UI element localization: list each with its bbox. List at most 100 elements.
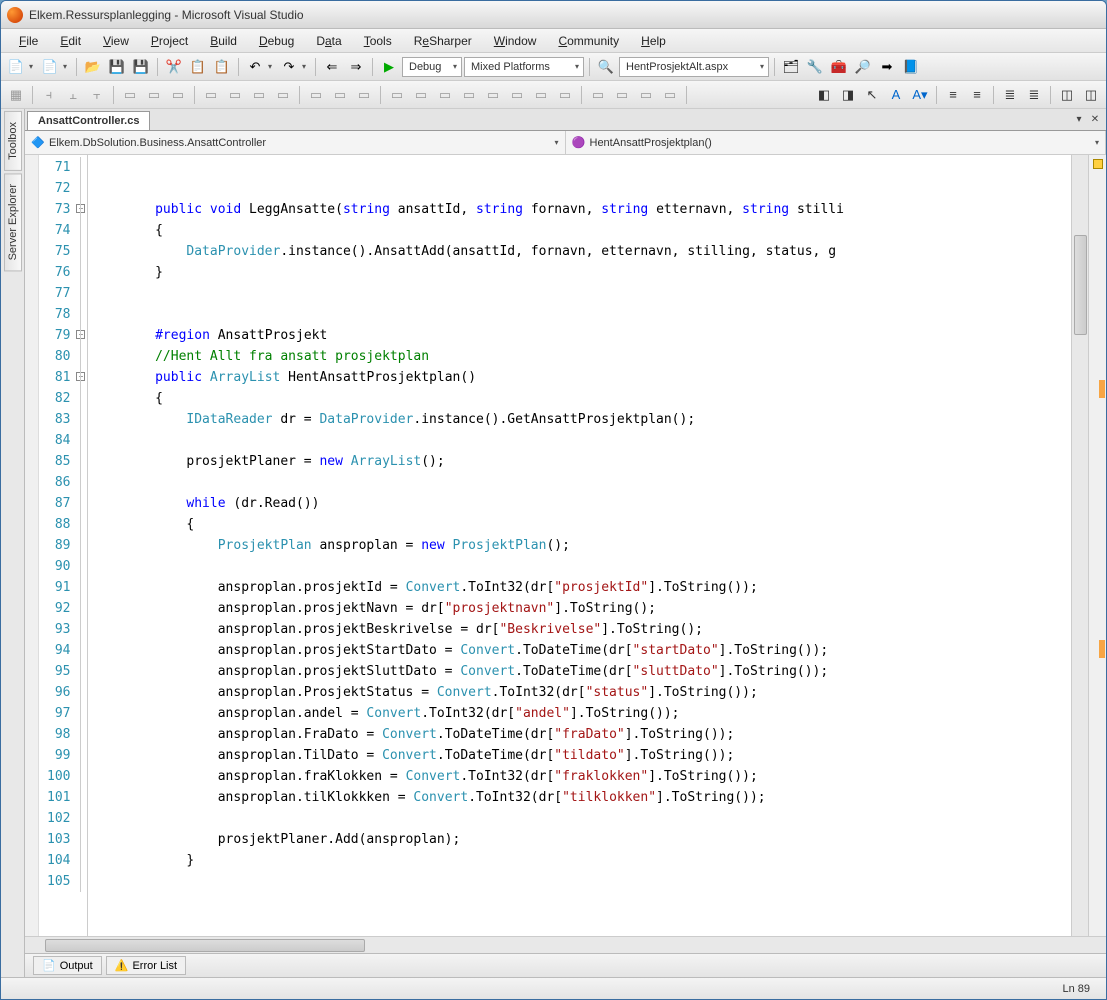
- tool-icon[interactable]: ▭: [611, 84, 633, 106]
- resharper-icon[interactable]: A: [885, 84, 907, 106]
- code-line[interactable]: IDataReader dr = DataProvider.instance()…: [92, 409, 1071, 430]
- code-line[interactable]: ansproplan.tilKlokkken = Convert.ToInt32…: [92, 787, 1071, 808]
- code-line[interactable]: prosjektPlaner = new ArrayList();: [92, 451, 1071, 472]
- uncomment-button[interactable]: ≡: [966, 84, 988, 106]
- code-line[interactable]: //Hent Allt fra ansatt prosjektplan: [92, 346, 1071, 367]
- menu-data[interactable]: Data: [306, 31, 351, 51]
- code-line[interactable]: {: [92, 514, 1071, 535]
- doc-tab-active[interactable]: AnsattController.cs: [27, 111, 150, 130]
- tool-icon[interactable]: ▭: [434, 84, 456, 106]
- code-line[interactable]: public void LeggAnsatte(string ansattId,…: [92, 199, 1071, 220]
- code-line[interactable]: [92, 283, 1071, 304]
- code-line[interactable]: #region AnsattProsjekt: [92, 325, 1071, 346]
- undo-button[interactable]: ↶: [244, 56, 266, 78]
- code-line[interactable]: [92, 178, 1071, 199]
- code-line[interactable]: ansproplan.prosjektNavn = dr["prosjektna…: [92, 598, 1071, 619]
- code-line[interactable]: [92, 472, 1071, 493]
- bottom-tab-output[interactable]: 📄 Output: [33, 956, 102, 975]
- outdent-button[interactable]: ≣: [1023, 84, 1045, 106]
- menu-resharper[interactable]: ReSharper: [404, 31, 482, 51]
- sidebar-tab-server-explorer[interactable]: Server Explorer: [4, 173, 22, 271]
- start-debug-button[interactable]: ▶: [378, 56, 400, 78]
- dropdown-arrow-icon[interactable]: ▾: [63, 62, 71, 71]
- resharper-icon[interactable]: ◨: [837, 84, 859, 106]
- menu-edit[interactable]: Edit: [50, 31, 91, 51]
- object-browser-button[interactable]: 🔎: [852, 56, 874, 78]
- code-line[interactable]: [92, 430, 1071, 451]
- dropdown-arrow-icon[interactable]: ▾: [302, 62, 310, 71]
- code-area[interactable]: 7172737475767778798081828384858687888990…: [25, 155, 1071, 936]
- comment-button[interactable]: ≡: [942, 84, 964, 106]
- menu-window[interactable]: Window: [484, 31, 547, 51]
- code-line[interactable]: ansproplan.prosjektId = Convert.ToInt32(…: [92, 577, 1071, 598]
- start-page-button[interactable]: ➡: [876, 56, 898, 78]
- code-line[interactable]: }: [92, 850, 1071, 871]
- code-line[interactable]: {: [92, 388, 1071, 409]
- resharper-icon[interactable]: A▾: [909, 84, 931, 106]
- nav-back-button[interactable]: ⇐: [321, 56, 343, 78]
- tab-close-icon[interactable]: ✕: [1088, 112, 1102, 126]
- resharper-icon[interactable]: ↖: [861, 84, 883, 106]
- code-line[interactable]: [92, 556, 1071, 577]
- code-line[interactable]: ProsjektPlan ansproplan = new ProsjektPl…: [92, 535, 1071, 556]
- code-line[interactable]: ansproplan.FraDato = Convert.ToDateTime(…: [92, 724, 1071, 745]
- code-line[interactable]: [92, 157, 1071, 178]
- tool-icon[interactable]: ▭: [305, 84, 327, 106]
- menu-project[interactable]: Project: [141, 31, 198, 51]
- cut-button[interactable]: ✂️: [163, 56, 185, 78]
- toolbox-button[interactable]: 🧰: [828, 56, 850, 78]
- menu-tools[interactable]: Tools: [354, 31, 402, 51]
- code-line[interactable]: [92, 871, 1071, 892]
- tool-icon[interactable]: ▭: [167, 84, 189, 106]
- new-project-button[interactable]: 📄: [5, 56, 27, 78]
- code-line[interactable]: public ArrayList HentAnsattProsjektplan(…: [92, 367, 1071, 388]
- save-button[interactable]: 💾: [106, 56, 128, 78]
- redo-button[interactable]: ↷: [278, 56, 300, 78]
- tool-icon[interactable]: ▦: [5, 84, 27, 106]
- indent-button[interactable]: ≣: [999, 84, 1021, 106]
- startup-file-combo[interactable]: HentProsjektAlt.aspx: [619, 57, 769, 77]
- tool-icon[interactable]: ▭: [143, 84, 165, 106]
- scroll-thumb[interactable]: [1074, 235, 1087, 335]
- tool-icon[interactable]: ▭: [635, 84, 657, 106]
- vertical-scrollbar[interactable]: [1071, 155, 1088, 936]
- code-line[interactable]: [92, 304, 1071, 325]
- paste-button[interactable]: 📋: [211, 56, 233, 78]
- tool-icon[interactable]: ▭: [482, 84, 504, 106]
- tool-icon[interactable]: ▭: [530, 84, 552, 106]
- code-line[interactable]: }: [92, 262, 1071, 283]
- scroll-thumb[interactable]: [45, 939, 365, 952]
- code-line[interactable]: {: [92, 220, 1071, 241]
- code-line[interactable]: ansproplan.prosjektBeskrivelse = dr["Bes…: [92, 619, 1071, 640]
- titlebar[interactable]: Elkem.Ressursplanlegging - Microsoft Vis…: [1, 1, 1106, 29]
- copy-button[interactable]: 📋: [187, 56, 209, 78]
- menu-help[interactable]: Help: [631, 31, 676, 51]
- method-selector[interactable]: 🟣 HentAnsattProsjektplan(): [566, 131, 1107, 154]
- tool-icon[interactable]: ▭: [248, 84, 270, 106]
- tool-icon[interactable]: ▭: [329, 84, 351, 106]
- code-line[interactable]: ansproplan.ProsjektStatus = Convert.ToIn…: [92, 682, 1071, 703]
- tool-icon[interactable]: ▭: [554, 84, 576, 106]
- menu-view[interactable]: View: [93, 31, 139, 51]
- menu-file[interactable]: File: [9, 31, 48, 51]
- tool-icon[interactable]: ▭: [200, 84, 222, 106]
- class-selector[interactable]: 🔷 Elkem.DbSolution.Business.AnsattContro…: [25, 131, 566, 154]
- code-content[interactable]: public void LeggAnsatte(string ansattId,…: [88, 155, 1071, 936]
- tool-icon[interactable]: ▭: [458, 84, 480, 106]
- code-line[interactable]: ansproplan.prosjektStartDato = Convert.T…: [92, 640, 1071, 661]
- code-line[interactable]: ansproplan.TilDato = Convert.ToDateTime(…: [92, 745, 1071, 766]
- platform-combo[interactable]: Mixed Platforms: [464, 57, 584, 77]
- class-view-button[interactable]: 📘: [900, 56, 922, 78]
- tool-icon[interactable]: ⫞: [38, 84, 60, 106]
- tool-icon[interactable]: ▭: [386, 84, 408, 106]
- tool-icon[interactable]: ▭: [272, 84, 294, 106]
- code-line[interactable]: [92, 808, 1071, 829]
- tool-icon[interactable]: ▭: [659, 84, 681, 106]
- tool-icon[interactable]: ▭: [353, 84, 375, 106]
- fold-strip[interactable]: −−−: [74, 155, 88, 936]
- config-combo[interactable]: Debug: [402, 57, 462, 77]
- nav-forward-button[interactable]: ⇒: [345, 56, 367, 78]
- properties-button[interactable]: 🔧: [804, 56, 826, 78]
- code-line[interactable]: ansproplan.prosjektSluttDato = Convert.T…: [92, 661, 1071, 682]
- tool-icon[interactable]: ▭: [224, 84, 246, 106]
